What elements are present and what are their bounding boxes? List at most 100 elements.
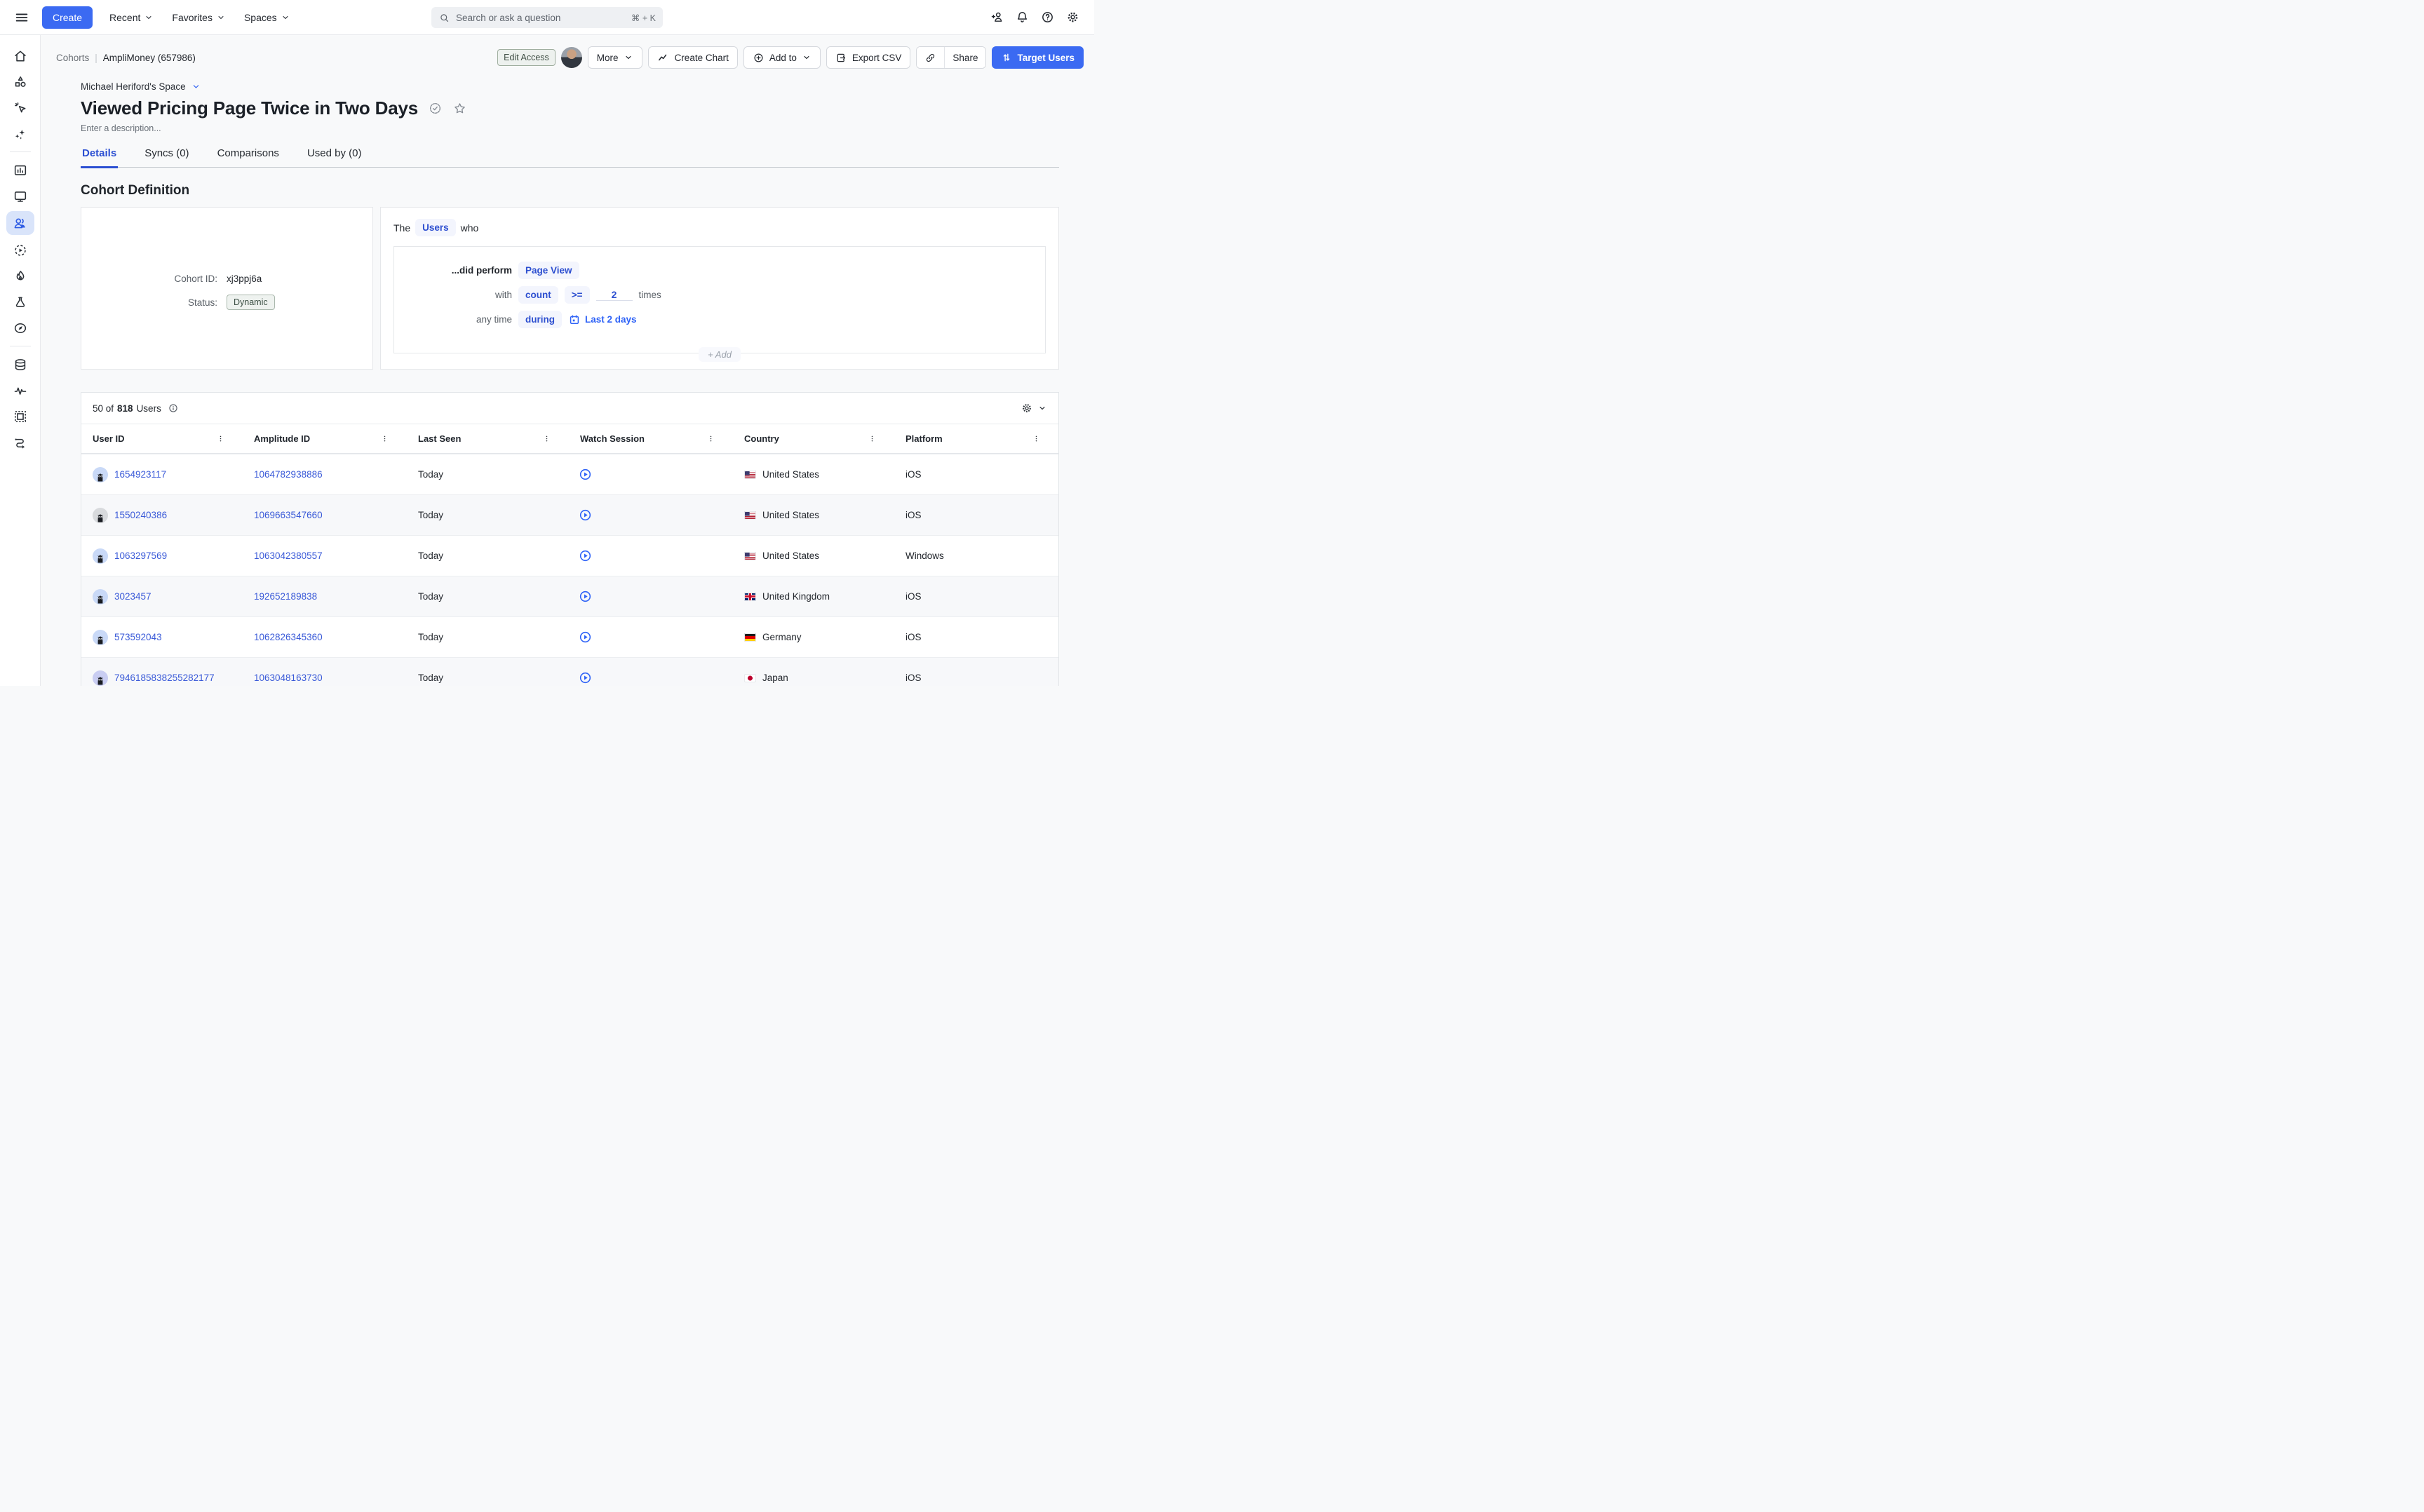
page-title[interactable]: Viewed Pricing Page Twice in Two Days — [81, 97, 418, 119]
column-platform: Platform — [905, 433, 943, 444]
chevron-down-icon — [191, 81, 201, 92]
space-selector[interactable]: Michael Heriford's Space — [81, 81, 1059, 92]
target-users-button[interactable]: Target Users — [992, 46, 1084, 69]
user-id-link[interactable]: 1063297569 — [114, 551, 167, 561]
breadcrumb-cohorts-link[interactable]: Cohorts — [56, 53, 89, 63]
sidebar-item-data[interactable] — [6, 353, 34, 375]
edit-access-button[interactable]: Edit Access — [497, 49, 556, 66]
platform-value: iOS — [905, 591, 922, 602]
column-menu-button[interactable] — [867, 433, 877, 444]
sidebar-item-home[interactable] — [6, 45, 34, 67]
cohort-info-panel: Cohort ID: xj3ppj6a Status: Dynamic — [81, 207, 373, 370]
user-id-link[interactable]: 1654923117 — [114, 469, 166, 480]
sidebar-item-capture[interactable] — [6, 405, 34, 427]
breadcrumb-project[interactable]: AmpliMoney (657986) — [103, 53, 196, 63]
favorite-star-button[interactable] — [452, 101, 467, 116]
sidebar-item-objects[interactable] — [6, 71, 34, 93]
amplitude-id-link[interactable]: 1069663547660 — [254, 510, 323, 520]
column-menu-button[interactable] — [1031, 433, 1042, 444]
sidebar-item-charts[interactable] — [6, 159, 34, 181]
subject-selector[interactable]: Users — [415, 219, 456, 236]
kebab-icon — [379, 433, 390, 444]
pulse-icon — [13, 383, 28, 398]
event-selector[interactable]: Page View — [518, 262, 579, 279]
sidebar-item-discover[interactable] — [6, 317, 34, 339]
amplitude-id-link[interactable]: 192652189838 — [254, 591, 317, 602]
amplitude-id-link[interactable]: 1063048163730 — [254, 673, 323, 683]
create-button[interactable]: Create — [42, 6, 93, 29]
platform-value: Windows — [905, 551, 944, 561]
monster-avatar-icon — [94, 551, 107, 564]
notifications-button[interactable] — [1010, 6, 1034, 29]
amplitude-id-link[interactable]: 1064782938886 — [254, 469, 323, 480]
sidebar-item-dashboards[interactable] — [6, 185, 34, 207]
help-button[interactable] — [1035, 6, 1059, 29]
copy-link-button[interactable] — [917, 47, 944, 68]
hamburger-menu-button[interactable] — [10, 6, 34, 29]
column-menu-button[interactable] — [379, 433, 390, 444]
country-flag-icon — [744, 593, 756, 601]
count-selector[interactable]: count — [518, 286, 558, 304]
nav-spaces[interactable]: Spaces — [237, 6, 297, 29]
column-menu-button[interactable] — [541, 433, 552, 444]
nav-recent[interactable]: Recent — [102, 6, 161, 29]
create-chart-button[interactable]: Create Chart — [648, 46, 738, 69]
watch-session-play-button[interactable] — [578, 589, 593, 604]
sidebar-item-heatmaps[interactable] — [6, 265, 34, 287]
settings-button[interactable] — [1060, 6, 1084, 29]
owner-avatar[interactable] — [561, 47, 582, 68]
times-label: times — [639, 290, 661, 300]
during-selector[interactable]: during — [518, 311, 562, 328]
tab-syncs[interactable]: Syncs (0) — [143, 143, 190, 167]
table-settings-button[interactable] — [1021, 402, 1047, 414]
column-menu-button[interactable] — [215, 433, 226, 444]
main-content: Cohorts | AmpliMoney (657986) Edit Acces… — [41, 35, 1094, 686]
share-button[interactable]: Share — [944, 47, 985, 68]
tab-used-by[interactable]: Used by (0) — [306, 143, 363, 167]
user-id-link[interactable]: 573592043 — [114, 632, 162, 642]
sidebar-item-monitoring[interactable] — [6, 379, 34, 401]
export-csv-button[interactable]: Export CSV — [826, 46, 911, 69]
user-id-link[interactable]: 1550240386 — [114, 510, 167, 520]
amplitude-id-link[interactable]: 1062826345360 — [254, 632, 323, 642]
sidebar-item-ai[interactable] — [6, 123, 34, 144]
add-to-button[interactable]: Add to — [743, 46, 821, 69]
column-last-seen: Last Seen — [418, 433, 461, 444]
add-condition-button[interactable]: + Add — [699, 347, 741, 362]
chevron-down-icon — [1037, 403, 1047, 413]
tab-comparisons[interactable]: Comparisons — [216, 143, 281, 167]
watch-session-play-button[interactable] — [578, 670, 593, 685]
verified-badge-button[interactable] — [428, 101, 443, 116]
gear-icon — [1065, 10, 1080, 25]
invite-user-button[interactable] — [985, 6, 1009, 29]
date-range-selector[interactable]: Last 2 days — [568, 313, 637, 326]
did-perform-label: ...did perform — [394, 265, 512, 276]
sidebar-item-data-routes[interactable] — [6, 431, 34, 453]
sidebar-item-cohorts[interactable] — [6, 211, 34, 235]
dashed-frame-icon — [13, 409, 28, 424]
users-count-summary: 50 of 818 Users — [93, 403, 179, 414]
description-field[interactable]: Enter a description... — [81, 123, 1059, 133]
watch-session-play-button[interactable] — [578, 630, 593, 644]
watch-session-play-button[interactable] — [578, 548, 593, 563]
sidebar-item-experiments[interactable] — [6, 291, 34, 313]
watch-session-play-button[interactable] — [578, 467, 593, 482]
operator-selector[interactable]: >= — [565, 286, 590, 304]
create-chart-label: Create Chart — [675, 53, 729, 63]
status-label: Status: — [111, 297, 217, 308]
cohort-id-value: xj3ppj6a — [227, 274, 372, 284]
column-menu-button[interactable] — [706, 433, 716, 444]
times-value-input[interactable] — [596, 289, 633, 301]
user-id-link[interactable]: 3023457 — [114, 591, 152, 602]
nav-favorites[interactable]: Favorites — [165, 6, 233, 29]
watch-session-play-button[interactable] — [578, 508, 593, 522]
sidebar-item-session-replay[interactable] — [6, 239, 34, 261]
search-input[interactable]: Search or ask a question ⌘ + K — [431, 7, 663, 28]
tab-details[interactable]: Details — [81, 143, 118, 167]
info-icon[interactable] — [168, 403, 179, 414]
breadcrumb-actions-row: Cohorts | AmpliMoney (657986) Edit Acces… — [41, 35, 1094, 73]
user-id-link[interactable]: 7946185838255282177 — [114, 673, 215, 683]
more-button[interactable]: More — [588, 46, 642, 69]
sidebar-item-events[interactable] — [6, 97, 34, 119]
amplitude-id-link[interactable]: 1063042380557 — [254, 551, 323, 561]
